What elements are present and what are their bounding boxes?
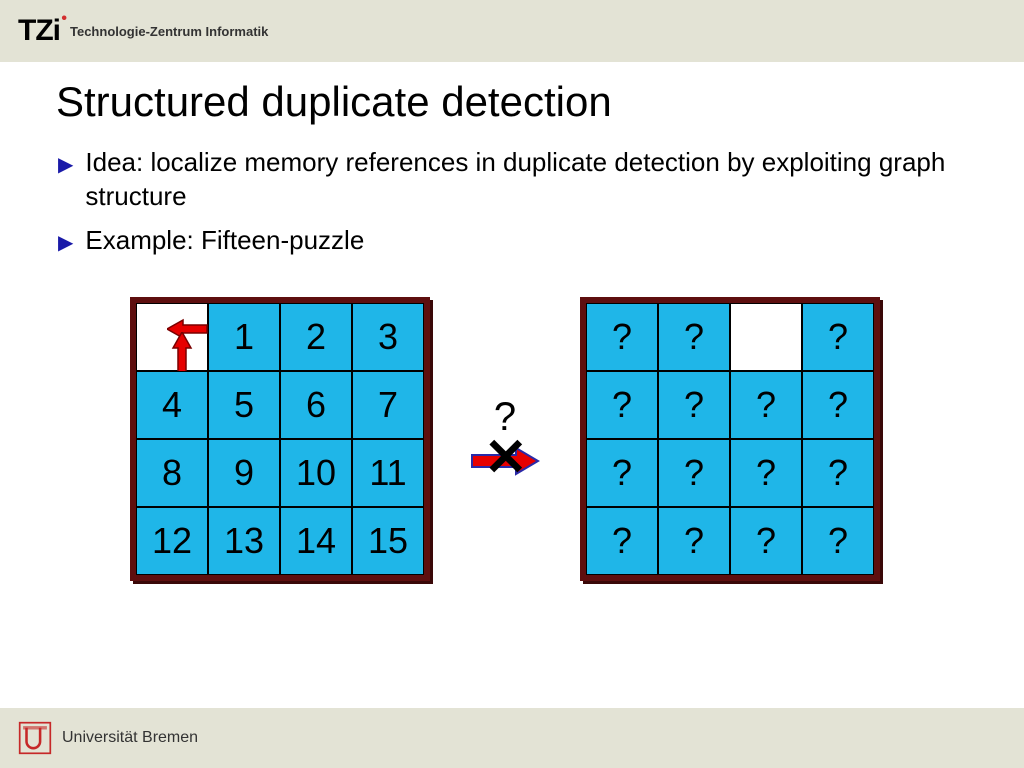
puzzle-cell: ?	[586, 439, 658, 507]
tzi-logo: TZi• Technologie-Zentrum Informatik	[18, 14, 268, 48]
puzzle-cell: ?	[658, 507, 730, 575]
puzzle-cell: ?	[586, 303, 658, 371]
university-logo-icon	[18, 721, 52, 755]
bullet-item: ▶ Idea: localize memory references in du…	[58, 146, 1004, 214]
slide-title: Structured duplicate detection	[56, 78, 1024, 126]
puzzle-cell-blank	[730, 303, 802, 371]
transition-arrow-group: ✕	[470, 434, 540, 484]
puzzle-cell: ?	[586, 371, 658, 439]
transition: ? ✕	[470, 395, 540, 484]
tzi-logo-mark: TZi•	[18, 14, 60, 48]
puzzle-cell: 10	[280, 439, 352, 507]
puzzle-cell: ?	[802, 507, 874, 575]
bullet-triangle-icon: ▶	[58, 152, 73, 178]
puzzle-cell: 8	[136, 439, 208, 507]
university-logo: Universität Bremen	[18, 721, 198, 755]
puzzle-cell: 4	[136, 371, 208, 439]
x-cross-icon: ✕	[484, 432, 528, 484]
puzzle-cell: 13	[208, 507, 280, 575]
puzzle-cell: 1	[208, 303, 280, 371]
puzzle-left: 1 2 3 4 5 6 7 8 9 10 11 12 13 14 15	[130, 297, 430, 581]
tzi-logo-text: TZi	[18, 14, 60, 47]
tzi-logo-dot-icon: •	[61, 10, 66, 28]
header-bar: TZi• Technologie-Zentrum Informatik	[0, 0, 1024, 62]
puzzle-cell: 12	[136, 507, 208, 575]
puzzle-cell: ?	[802, 303, 874, 371]
puzzle-cell: 9	[208, 439, 280, 507]
university-name: Universität Bremen	[62, 729, 198, 747]
puzzle-cell: 11	[352, 439, 424, 507]
puzzle-cell: 6	[280, 371, 352, 439]
puzzle-cell: 3	[352, 303, 424, 371]
puzzle-cell-blank	[136, 303, 208, 371]
puzzle-cell: ?	[730, 439, 802, 507]
puzzle-right: ? ? ? ? ? ? ? ? ? ? ? ? ? ? ?	[580, 297, 880, 581]
puzzle-cell: ?	[802, 439, 874, 507]
bullet-list: ▶ Idea: localize memory references in du…	[58, 146, 1004, 257]
puzzle-cell: ?	[658, 303, 730, 371]
puzzle-cell: ?	[730, 507, 802, 575]
puzzle-cell: ?	[658, 371, 730, 439]
puzzle-cell: ?	[730, 371, 802, 439]
bullet-item: ▶ Example: Fifteen-puzzle	[58, 224, 1004, 258]
puzzle-cell: ?	[586, 507, 658, 575]
footer-bar: Universität Bremen	[0, 708, 1024, 768]
puzzle-cell: 7	[352, 371, 424, 439]
puzzle-cell: ?	[802, 371, 874, 439]
diagram-container: 1 2 3 4 5 6 7 8 9 10 11 12 13 14 15 ? ✕ …	[0, 297, 1024, 581]
puzzle-cell: 15	[352, 507, 424, 575]
puzzle-cell: 2	[280, 303, 352, 371]
bullet-text: Example: Fifteen-puzzle	[85, 224, 364, 258]
puzzle-cell: 14	[280, 507, 352, 575]
bullet-text: Idea: localize memory references in dupl…	[85, 146, 1004, 214]
puzzle-cell: ?	[658, 439, 730, 507]
puzzle-cell: 5	[208, 371, 280, 439]
arrow-up-icon	[171, 332, 193, 376]
bullet-triangle-icon: ▶	[58, 230, 73, 256]
tzi-logo-subtitle: Technologie-Zentrum Informatik	[70, 24, 268, 39]
